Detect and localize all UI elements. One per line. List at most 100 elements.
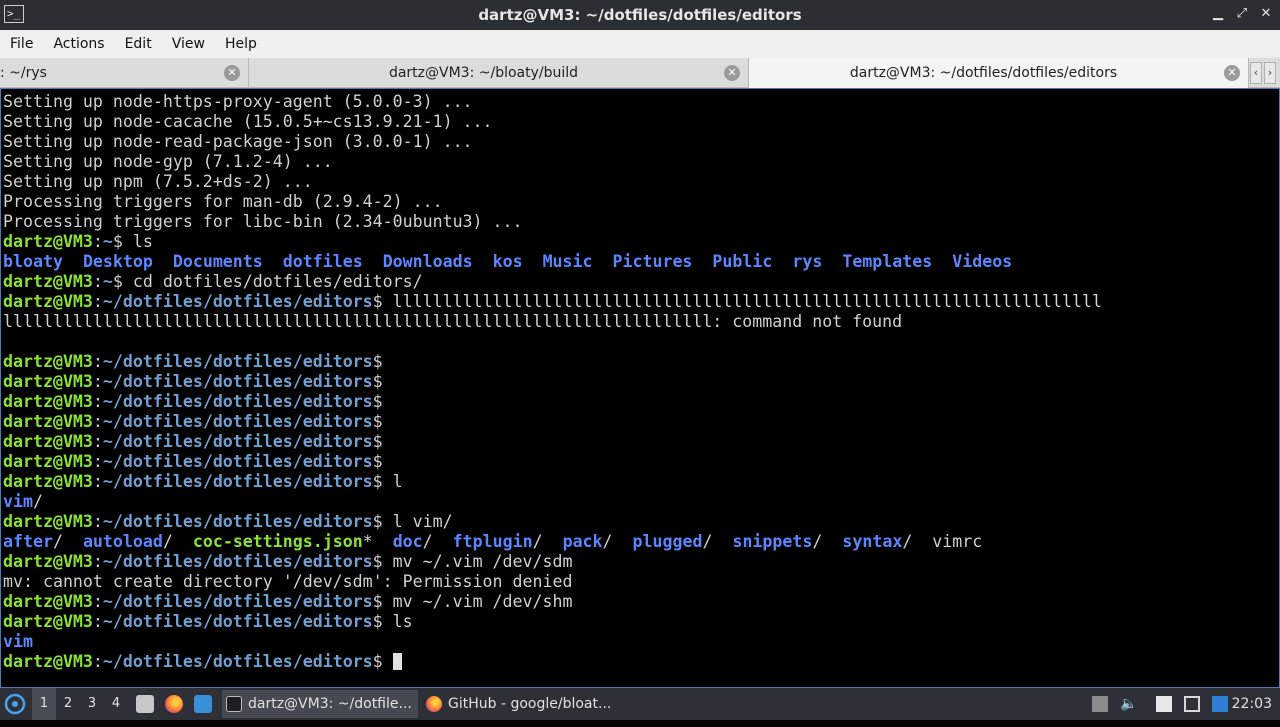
directory-name: Pictures <box>612 252 693 271</box>
terminal-text: : <box>92 652 103 671</box>
terminal-text: : <box>92 512 103 531</box>
notification-icon[interactable] <box>1212 696 1228 712</box>
terminal-text: llllllllllllllllllllllllllllllllllllllll… <box>3 312 903 331</box>
prompt-user: dartz@VM3 <box>3 392 93 411</box>
workspace-4[interactable]: 4 <box>104 688 128 720</box>
directory-name: Downloads <box>382 252 473 271</box>
terminal-text: $ mv ~/.vim /dev/shm <box>372 592 573 611</box>
terminal-line: dartz@VM3:~/dotfiles/dotfiles/editors$ m… <box>3 592 1102 612</box>
network-icon[interactable] <box>1184 696 1200 712</box>
terminal-text: $ <box>372 412 383 431</box>
directory-name: Desktop <box>82 252 153 271</box>
task-terminal[interactable]: dartz@VM3: ~/dotfile... <box>222 690 418 718</box>
prompt-user: dartz@VM3 <box>3 292 93 311</box>
terminal-text: / <box>532 532 563 551</box>
directory-name: plugged <box>632 532 703 551</box>
clock: 22:03 <box>1231 696 1272 712</box>
terminal-text: Setting up node-gyp (7.1.2-4) ... <box>3 152 333 171</box>
tray-up-icon[interactable] <box>1092 696 1108 712</box>
prompt-user: dartz@VM3 <box>3 232 93 251</box>
terminal-text: : <box>92 352 103 371</box>
prompt-path: ~/dotfiles/dotfiles/editors <box>102 412 373 431</box>
terminal-text: : <box>92 452 103 471</box>
volume-icon[interactable]: 🔈 <box>1120 696 1137 712</box>
maximize-icon[interactable]: ⤢ <box>1236 6 1248 21</box>
menu-file[interactable]: File <box>0 36 43 52</box>
prompt-path: ~/dotfiles/dotfiles/editors <box>102 432 373 451</box>
terminal-line: dartz@VM3:~$ ls <box>3 232 1102 252</box>
workspace-3[interactable]: 3 <box>80 688 104 720</box>
directory-name: autoload <box>82 532 163 551</box>
directory-name: dotfiles <box>282 252 363 271</box>
tab-editors[interactable]: dartz@VM3: ~/dotfiles/dotfiles/editors ✕ <box>749 58 1249 88</box>
terminal-line: vim <box>3 632 1102 652</box>
prompt-path: ~/dotfiles/dotfiles/editors <box>102 372 373 391</box>
terminal-line: Setting up node-read-package-json (3.0.0… <box>3 132 1102 152</box>
terminal-text: $ <box>372 392 383 411</box>
prompt-user: dartz@VM3 <box>3 412 93 431</box>
tab-close-icon[interactable]: ✕ <box>1224 65 1240 81</box>
terminal-text: Processing triggers for man-db (2.9.4-2)… <box>3 192 443 211</box>
terminal-text: $ <box>372 432 383 451</box>
prompt-path: ~/dotfiles/dotfiles/editors <box>102 472 373 491</box>
directory-name: vim <box>3 632 33 651</box>
minimize-icon[interactable]: ▁ <box>1212 6 1224 21</box>
terminal-line: Setting up node-gyp (7.1.2-4) ... <box>3 152 1102 172</box>
terminal-text: $ ls <box>372 612 413 631</box>
terminal-line: dartz@VM3:~/dotfiles/dotfiles/editors$ <box>3 392 1102 412</box>
terminal-text: $ <box>372 372 383 391</box>
prompt-path: ~/dotfiles/dotfiles/editors <box>102 392 373 411</box>
terminal-text: Setting up node-cacache (15.0.5+~cs13.9.… <box>3 112 493 131</box>
clipboard-icon[interactable] <box>1156 696 1172 712</box>
task-firefox[interactable]: GitHub - google/bloat... <box>422 690 622 718</box>
terminal-text: mv: cannot create directory '/dev/sdm': … <box>3 572 573 591</box>
prompt-path: ~/dotfiles/dotfiles/editors <box>102 612 373 631</box>
terminal-line: llllllllllllllllllllllllllllllllllllllll… <box>3 312 1102 332</box>
desktop-icon[interactable] <box>194 695 212 713</box>
workspace-1[interactable]: 1 <box>32 688 56 720</box>
tab-bloaty-build[interactable]: dartz@VM3: ~/bloaty/build ✕ <box>249 58 749 88</box>
file-manager-icon[interactable] <box>136 695 154 713</box>
terminal-line: dartz@VM3:~/dotfiles/dotfiles/editors$ l… <box>3 512 1102 532</box>
firefox-icon[interactable] <box>165 695 183 713</box>
menu-help[interactable]: Help <box>215 36 267 52</box>
prompt-user: dartz@VM3 <box>3 372 93 391</box>
tab-scroll-right-icon[interactable]: › <box>1264 62 1276 84</box>
tab-close-icon[interactable]: ✕ <box>224 65 240 81</box>
menu-view[interactable]: View <box>162 36 215 52</box>
terminal-cursor <box>392 653 402 670</box>
prompt-user: dartz@VM3 <box>3 352 93 371</box>
close-icon[interactable]: ✕ <box>1260 6 1272 21</box>
directory-name: bloaty <box>3 252 63 271</box>
tab-rys[interactable]: : ~/rys ✕ <box>0 58 249 88</box>
terminal-line: Setting up npm (7.5.2+ds-2) ... <box>3 172 1102 192</box>
firefox-icon <box>426 696 442 712</box>
terminal-text: $ cd dotfiles/dotfiles/editors/ <box>112 272 423 291</box>
menu-edit[interactable]: Edit <box>115 36 162 52</box>
terminal-line: dartz@VM3:~/dotfiles/dotfiles/editors$ <box>3 352 1102 372</box>
start-menu-icon[interactable] <box>4 688 28 720</box>
terminal-text: Setting up npm (7.5.2+ds-2) ... <box>3 172 313 191</box>
directory-name: Templates <box>842 252 933 271</box>
directory-name: Music <box>542 252 593 271</box>
terminal-text: $ ls <box>112 232 153 251</box>
terminal-text: : <box>92 392 103 411</box>
terminal-line: Setting up node-cacache (15.0.5+~cs13.9.… <box>3 112 1102 132</box>
terminal-line: dartz@VM3:~/dotfiles/dotfiles/editors$ <box>3 372 1102 392</box>
tab-close-icon[interactable]: ✕ <box>724 65 740 81</box>
window-titlebar[interactable]: >_ dartz@VM3: ~/dotfiles/dotfiles/editor… <box>0 0 1280 30</box>
directory-name: kos <box>492 252 523 271</box>
prompt-user: dartz@VM3 <box>3 552 93 571</box>
terminal-text: $ mv ~/.vim /dev/sdm <box>372 552 573 571</box>
terminal-text: / <box>162 532 193 551</box>
workspace-2[interactable]: 2 <box>56 688 80 720</box>
tab-scroll-left-icon[interactable]: ‹ <box>1250 62 1262 84</box>
menu-actions[interactable]: Actions <box>43 36 114 52</box>
tab-bar: : ~/rys ✕ dartz@VM3: ~/bloaty/build ✕ da… <box>0 58 1280 88</box>
prompt-path: ~/dotfiles/dotfiles/editors <box>102 352 373 371</box>
terminal-view[interactable]: Setting up node-https-proxy-agent (5.0.0… <box>0 88 1280 688</box>
